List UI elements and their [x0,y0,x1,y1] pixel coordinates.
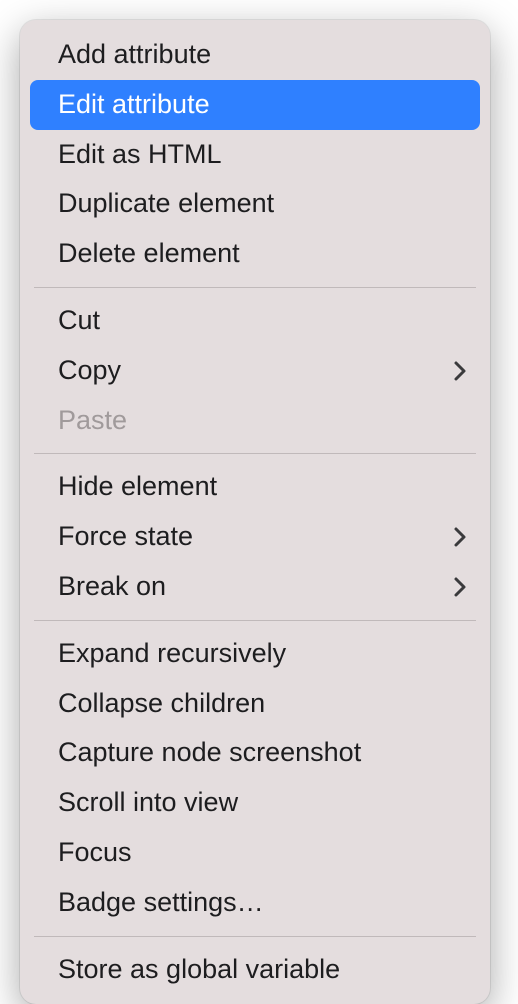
menu-item-hide-element[interactable]: Hide element [20,462,490,512]
menu-item-label: Edit as HTML [58,136,222,174]
menu-item-scroll-into-view[interactable]: Scroll into view [20,778,490,828]
menu-item-label: Collapse children [58,685,265,723]
menu-item-label: Add attribute [58,36,211,74]
menu-item-focus[interactable]: Focus [20,828,490,878]
menu-item-label: Paste [58,402,127,440]
menu-item-edit-as-html[interactable]: Edit as HTML [20,130,490,180]
menu-separator [34,620,476,621]
menu-item-label: Break on [58,568,166,606]
menu-item-label: Hide element [58,468,217,506]
menu-item-delete-element[interactable]: Delete element [20,229,490,279]
chevron-right-icon [452,575,468,599]
menu-item-label: Copy [58,352,121,390]
chevron-right-icon [452,359,468,383]
menu-separator [34,287,476,288]
menu-item-label: Capture node screenshot [58,734,361,772]
menu-item-label: Edit attribute [58,86,210,124]
menu-item-label: Store as global variable [58,951,340,989]
menu-item-label: Cut [58,302,100,340]
menu-item-badge-settings[interactable]: Badge settings… [20,878,490,928]
menu-item-label: Duplicate element [58,185,274,223]
menu-item-break-on[interactable]: Break on [20,562,490,612]
menu-item-duplicate-element[interactable]: Duplicate element [20,179,490,229]
menu-item-force-state[interactable]: Force state [20,512,490,562]
menu-separator [34,453,476,454]
chevron-right-icon [452,525,468,549]
menu-item-label: Focus [58,834,132,872]
menu-item-collapse-children[interactable]: Collapse children [20,679,490,729]
menu-item-store-as-global-variable[interactable]: Store as global variable [20,945,490,995]
menu-item-copy[interactable]: Copy [20,346,490,396]
menu-item-expand-recursively[interactable]: Expand recursively [20,629,490,679]
menu-item-paste: Paste [20,396,490,446]
menu-item-capture-node-screenshot[interactable]: Capture node screenshot [20,728,490,778]
menu-item-label: Force state [58,518,193,556]
menu-item-label: Delete element [58,235,240,273]
menu-item-label: Badge settings… [58,884,264,922]
menu-item-edit-attribute[interactable]: Edit attribute [30,80,480,130]
menu-item-add-attribute[interactable]: Add attribute [20,30,490,80]
menu-separator [34,936,476,937]
menu-item-label: Expand recursively [58,635,286,673]
menu-item-label: Scroll into view [58,784,238,822]
menu-item-cut[interactable]: Cut [20,296,490,346]
context-menu: Add attribute Edit attribute Edit as HTML D… [20,20,490,1004]
